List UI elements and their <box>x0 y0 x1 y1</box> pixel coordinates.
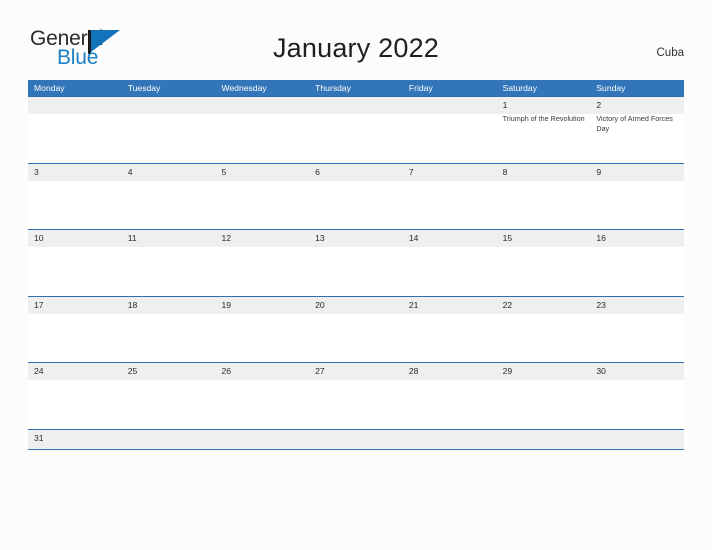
day-cell[interactable]: 29 <box>497 363 591 429</box>
day-cell[interactable]: 25 <box>122 363 216 429</box>
day-number: 17 <box>34 299 44 310</box>
day-cell[interactable] <box>403 97 497 163</box>
day-cell[interactable]: 12 <box>215 230 309 296</box>
day-number: 3 <box>34 166 39 177</box>
day-number: 11 <box>127 233 137 243</box>
day-number: 8 <box>502 166 508 177</box>
day-number: 23 <box>596 299 606 310</box>
day-cell[interactable]: 24 <box>28 363 122 429</box>
day-cell[interactable]: 14 <box>403 230 497 296</box>
weekday-header-row: Monday Tuesday Wednesday Thursday Friday… <box>28 80 684 96</box>
day-cell[interactable]: 15 <box>497 230 591 296</box>
day-number: 21 <box>408 299 419 310</box>
day-number: 24 <box>34 366 44 376</box>
weekday-header-wednesday: Wednesday <box>221 83 267 93</box>
weekday-header-tuesday: Tuesday <box>127 83 161 93</box>
day-cell[interactable]: 9 <box>590 164 684 230</box>
calendar-week-row: 17 18 19 20 21 22 23 <box>28 295 684 363</box>
day-cell[interactable] <box>122 97 216 163</box>
day-number: 22 <box>502 299 513 310</box>
day-number: 28 <box>408 366 419 376</box>
day-cell[interactable]: 28 <box>403 363 497 429</box>
day-cell[interactable]: 20 <box>309 297 403 363</box>
calendar-page: General Blue January 2022 Cuba Monday Tu… <box>0 0 712 550</box>
calendar-grid: Monday Tuesday Wednesday Thursday Friday… <box>28 80 684 450</box>
day-cell[interactable]: 21 <box>403 297 497 363</box>
day-number: 1 <box>502 100 508 110</box>
weekday-header-thursday: Thursday <box>315 83 351 93</box>
day-cell[interactable]: 19 <box>215 297 309 363</box>
day-number: 15 <box>502 233 513 243</box>
weekday-header-monday: Monday <box>34 83 65 93</box>
day-cell[interactable]: 10 <box>28 230 122 296</box>
page-title: January 2022 <box>272 33 440 63</box>
day-cell[interactable] <box>403 430 497 449</box>
day-cell[interactable]: 31 <box>28 430 122 449</box>
day-cell[interactable] <box>309 430 403 449</box>
region-label: Cuba <box>656 47 685 59</box>
day-number: 20 <box>315 299 325 310</box>
day-number: 29 <box>502 366 513 376</box>
day-cell[interactable] <box>497 430 591 449</box>
day-number: 10 <box>34 233 44 243</box>
day-cell[interactable] <box>28 97 122 163</box>
day-cell[interactable]: 18 <box>122 297 216 363</box>
day-cell[interactable]: 22 <box>497 297 591 363</box>
calendar-week-row: 10 11 12 13 14 15 16 <box>28 229 684 296</box>
day-cell[interactable]: 4 <box>122 164 216 230</box>
weekday-header-friday: Friday <box>408 83 433 93</box>
day-cell[interactable] <box>215 430 309 449</box>
day-cell[interactable]: 5 <box>215 164 309 230</box>
day-cell[interactable]: 3 <box>28 164 122 230</box>
day-cell[interactable]: 2 Victory of Armed Forces Day <box>590 97 684 163</box>
day-cell[interactable]: 11 <box>122 230 216 296</box>
calendar-week-row: 31 <box>28 428 684 450</box>
day-number: 14 <box>408 233 419 243</box>
day-cell[interactable]: 23 <box>590 297 684 363</box>
day-number: 13 <box>315 233 325 243</box>
day-event: Triumph of the Revolution <box>502 114 585 123</box>
calendar-week-row: 3 4 5 6 7 8 9 <box>28 162 684 230</box>
day-number: 12 <box>221 233 231 243</box>
day-cell[interactable] <box>590 430 684 449</box>
day-cell[interactable]: 30 <box>590 363 684 429</box>
day-number: 9 <box>596 166 602 177</box>
day-cell[interactable]: 27 <box>309 363 403 429</box>
day-cell[interactable]: 13 <box>309 230 403 296</box>
day-number: 19 <box>221 299 231 310</box>
day-cell[interactable]: 1 Triumph of the Revolution <box>497 97 591 163</box>
day-number: 26 <box>221 366 231 376</box>
day-number: 30 <box>596 366 606 376</box>
day-cell[interactable]: 8 <box>497 164 591 230</box>
day-cell[interactable]: 7 <box>403 164 497 230</box>
day-number: 4 <box>127 166 133 177</box>
day-cell[interactable]: 26 <box>215 363 309 429</box>
day-number: 18 <box>127 299 138 310</box>
page-header: General Blue January 2022 Cuba <box>0 0 712 80</box>
day-number: 2 <box>596 100 602 110</box>
day-number: 31 <box>34 432 44 443</box>
day-number: 6 <box>315 166 320 177</box>
day-number: 5 <box>221 166 227 177</box>
calendar-week-row: 24 25 26 27 28 29 30 <box>28 362 684 429</box>
day-cell[interactable] <box>122 430 216 449</box>
calendar-week-row: 1 Triumph of the Revolution 2 Victory of… <box>28 96 684 163</box>
weekday-header-sunday: Sunday <box>596 83 626 93</box>
day-number: 25 <box>127 366 138 376</box>
day-number: 7 <box>408 166 414 177</box>
day-cell[interactable]: 6 <box>309 164 403 230</box>
day-number: 16 <box>596 233 606 243</box>
day-cell[interactable]: 17 <box>28 297 122 363</box>
day-cell[interactable] <box>215 97 309 163</box>
day-event: Victory of Armed Forces Day <box>596 114 673 133</box>
day-cell[interactable]: 16 <box>590 230 684 296</box>
day-cell[interactable] <box>309 97 403 163</box>
day-number: 27 <box>315 366 325 376</box>
weekday-header-saturday: Saturday <box>502 83 537 93</box>
